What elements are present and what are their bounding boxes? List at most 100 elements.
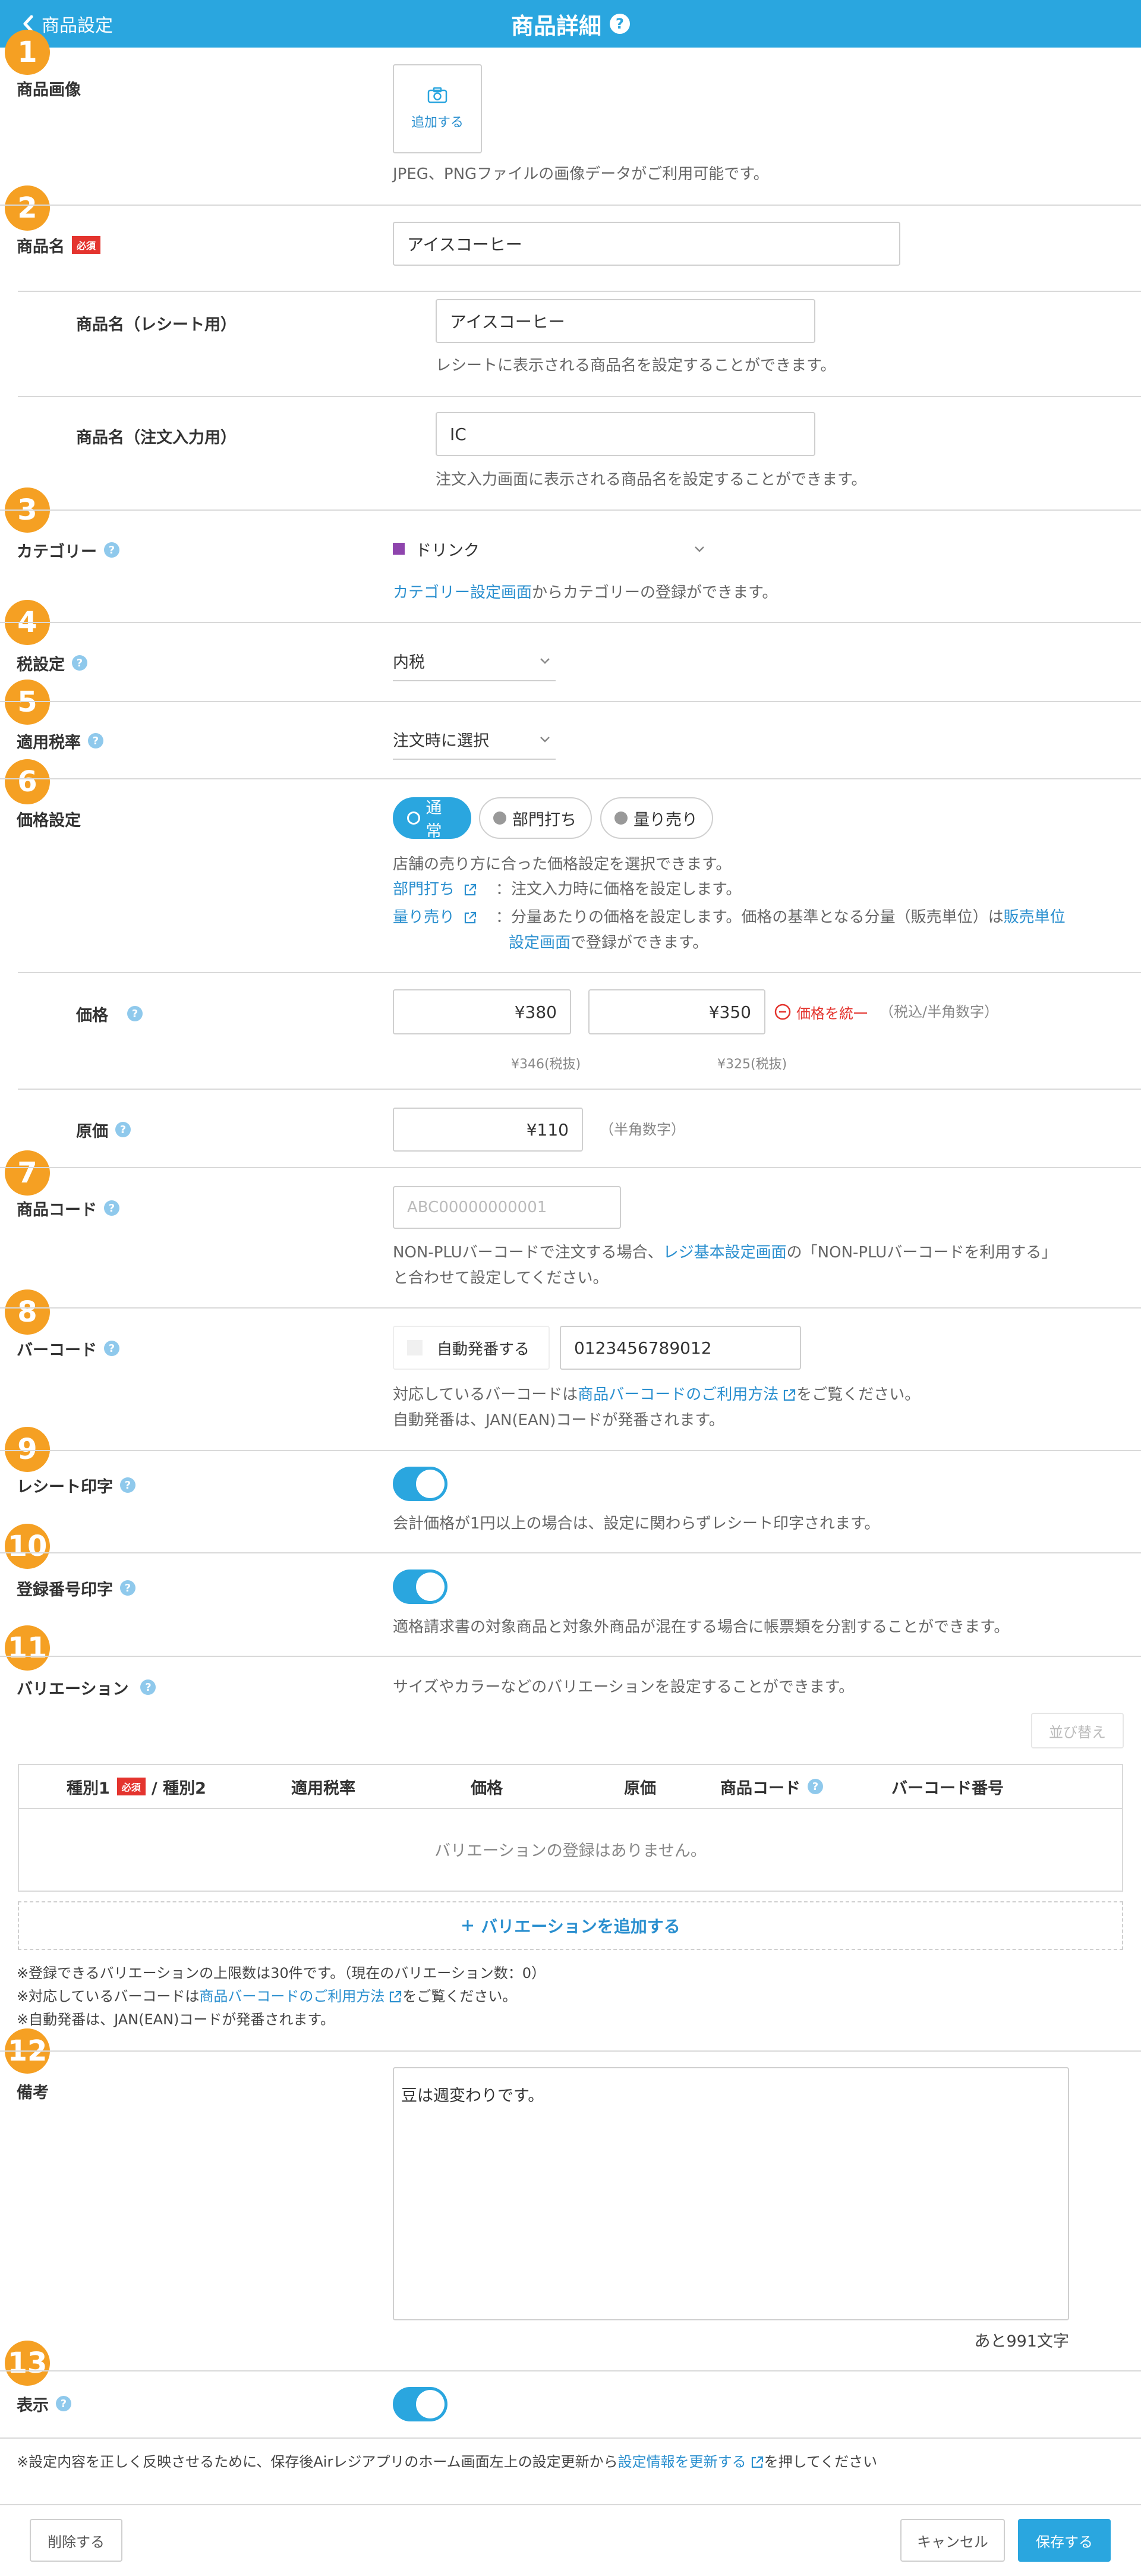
- variation-table: 種別1 必須 / 種別2 適用税率 価格 原価 商品コード? バーコード番号 バリエ…: [18, 1764, 1123, 1892]
- col-tax-rate: 適用税率: [291, 1779, 355, 1798]
- help-icon[interactable]: ?: [104, 1341, 119, 1356]
- price-input-2[interactable]: ¥350: [588, 989, 765, 1034]
- register-settings-link[interactable]: レジ基本設定画面: [663, 1244, 787, 1262]
- cost-label: 原価?: [76, 1118, 131, 1141]
- name-input[interactable]: アイスコーヒー: [393, 222, 900, 266]
- add-image-button[interactable]: 追加する: [393, 64, 482, 153]
- receipt-print-toggle[interactable]: [393, 1467, 447, 1501]
- sales-unit-link[interactable]: 販売単位: [1004, 908, 1066, 926]
- update-settings-link[interactable]: 設定情報を更新する: [618, 2454, 746, 2470]
- memo-remaining: あと991文字: [974, 2332, 1069, 2351]
- help-icon[interactable]: ?: [56, 2396, 71, 2411]
- external-link-icon: [390, 1990, 402, 2003]
- category-select[interactable]: ドリンク: [393, 526, 710, 571]
- image-help: JPEG、PNGファイルの画像データがご利用可能です。: [393, 165, 769, 183]
- col-cost: 原価: [624, 1779, 656, 1798]
- sales-unit-settings-link[interactable]: 設定画面: [509, 934, 570, 952]
- divider: [0, 622, 1141, 623]
- memo-label: 備考: [17, 2083, 49, 2102]
- order-name-help: 注文入力画面に表示される商品名を設定することができます。: [436, 471, 867, 489]
- tax-rate-value: 注文時に選択: [393, 731, 489, 750]
- section-badge-5: 5: [5, 680, 50, 725]
- help-icon[interactable]: ?: [104, 1200, 119, 1216]
- delete-button[interactable]: 削除する: [30, 2519, 122, 2562]
- price-note: （税込/半角数字）: [880, 1004, 999, 1020]
- help-icon[interactable]: ?: [104, 542, 119, 558]
- dept-desc: ：注文入力時に価格を設定します。: [496, 880, 742, 898]
- divider: [0, 509, 1141, 511]
- help-icon[interactable]: ?: [610, 14, 630, 34]
- order-name-input[interactable]: IC: [436, 412, 815, 456]
- price-input-1[interactable]: ¥380: [393, 989, 571, 1034]
- display-toggle[interactable]: [393, 2387, 447, 2421]
- section-badge-1: 1: [5, 30, 50, 75]
- weight-link[interactable]: 量り売り: [393, 908, 455, 926]
- header-bar: 商品設定 商品詳細 ?: [0, 0, 1141, 48]
- section-badge-8: 8: [5, 1289, 50, 1335]
- reg-print-help: 適格請求書の対象商品と対象外商品が混在する場合に帳票類を分割することができます。: [393, 1618, 1010, 1636]
- page-title: 商品詳細 ?: [0, 0, 1141, 48]
- dept-link[interactable]: 部門打ち: [393, 880, 455, 898]
- category-value: ドリンク: [415, 541, 480, 560]
- cancel-button[interactable]: キャンセル: [900, 2519, 1005, 2562]
- help-icon[interactable]: ?: [115, 1122, 131, 1137]
- receipt-print-help: 会計価格が1円以上の場合は、設定に関わらずレシート印字されます。: [393, 1515, 880, 1533]
- cost-input[interactable]: ¥110: [393, 1108, 583, 1152]
- unify-price-button[interactable]: 価格を統一: [774, 1001, 868, 1023]
- code-help-1: NON-PLUバーコードで注文する場合、レジ基本設定画面の「NON-PLUバーコ…: [393, 1244, 1057, 1262]
- external-link-icon: [751, 2456, 763, 2468]
- save-button[interactable]: 保存する: [1018, 2519, 1111, 2562]
- help-icon[interactable]: ?: [808, 1779, 823, 1794]
- receipt-name-input[interactable]: アイスコーヒー: [436, 299, 815, 343]
- code-label: 商品コード?: [17, 1196, 119, 1220]
- variation-help: サイズやカラーなどのバリエーションを設定することができます。: [393, 1678, 855, 1696]
- external-link-icon: [784, 1389, 796, 1401]
- barcode-input[interactable]: 0123456789012: [560, 1326, 801, 1370]
- reg-print-label: 登録番号印字?: [17, 1576, 135, 1600]
- auto-number-checkbox[interactable]: 自動発番する: [393, 1326, 550, 1370]
- category-settings-link[interactable]: カテゴリー設定画面: [393, 584, 532, 602]
- category-label: カテゴリー?: [17, 538, 119, 562]
- product-code-input[interactable]: ABC00000000001: [393, 1186, 621, 1229]
- receipt-print-label: レシート印字?: [17, 1473, 135, 1497]
- divider: [0, 1167, 1141, 1168]
- weight-desc: ：分量あたりの価格を設定します。価格の基準となる分量（販売単位）は販売単位: [496, 908, 1066, 926]
- divider: [0, 1552, 1141, 1553]
- tax-select[interactable]: 内税: [393, 641, 556, 681]
- receipt-name-help: レシートに表示される商品名を設定することができます。: [436, 357, 836, 375]
- section-badge-11: 11: [5, 1625, 50, 1671]
- divider: [0, 701, 1141, 702]
- help-icon[interactable]: ?: [120, 1580, 135, 1596]
- tax-rate-select[interactable]: 注文時に選択: [393, 719, 556, 760]
- barcode-label: バーコード?: [17, 1336, 119, 1360]
- weight-desc-2: 設定画面で登録ができます。: [509, 934, 708, 952]
- help-icon[interactable]: ?: [72, 655, 87, 671]
- divider: [0, 2504, 1141, 2505]
- category-help: カテゴリー設定画面からカテゴリーの登録ができます。: [393, 584, 778, 602]
- help-icon[interactable]: ?: [127, 1006, 143, 1021]
- weight-help-row: 量り売り: [393, 905, 477, 929]
- add-variation-button[interactable]: バリエーションを追加する: [18, 1901, 1123, 1950]
- pricing-option-dept[interactable]: 部門打ち: [479, 797, 592, 839]
- variation-table-header: 種別1 必須 / 種別2 適用税率 価格 原価 商品コード? バーコード番号: [19, 1765, 1122, 1809]
- sort-button[interactable]: 並び替え: [1031, 1713, 1124, 1748]
- divider: [18, 972, 1141, 973]
- reg-print-toggle[interactable]: [393, 1569, 447, 1604]
- display-label: 表示?: [17, 2392, 71, 2415]
- help-icon[interactable]: ?: [88, 733, 103, 748]
- memo-textarea[interactable]: 豆は週変わりです。: [393, 2067, 1069, 2320]
- required-badge: 必須: [72, 236, 101, 254]
- barcode-usage-link[interactable]: 商品バーコードのご利用方法: [199, 1988, 384, 2005]
- pricing-option-normal[interactable]: 通常: [393, 797, 471, 841]
- barcode-usage-link[interactable]: 商品バーコードのご利用方法: [578, 1386, 778, 1404]
- page-title-text: 商品詳細: [510, 12, 601, 39]
- pricing-help: 店舗の売り方に合った価格設定を選択できます。: [393, 855, 732, 873]
- pricing-option-weight[interactable]: 量り売り: [600, 797, 713, 839]
- plus-icon: [462, 1920, 474, 1931]
- help-icon[interactable]: ?: [140, 1679, 156, 1695]
- help-icon[interactable]: ?: [120, 1477, 135, 1493]
- order-name-label: 商品名（注文入力用）: [76, 428, 237, 447]
- dept-help-row: 部門打ち: [393, 877, 477, 901]
- divider: [0, 1307, 1141, 1309]
- col-price: 価格: [471, 1779, 503, 1798]
